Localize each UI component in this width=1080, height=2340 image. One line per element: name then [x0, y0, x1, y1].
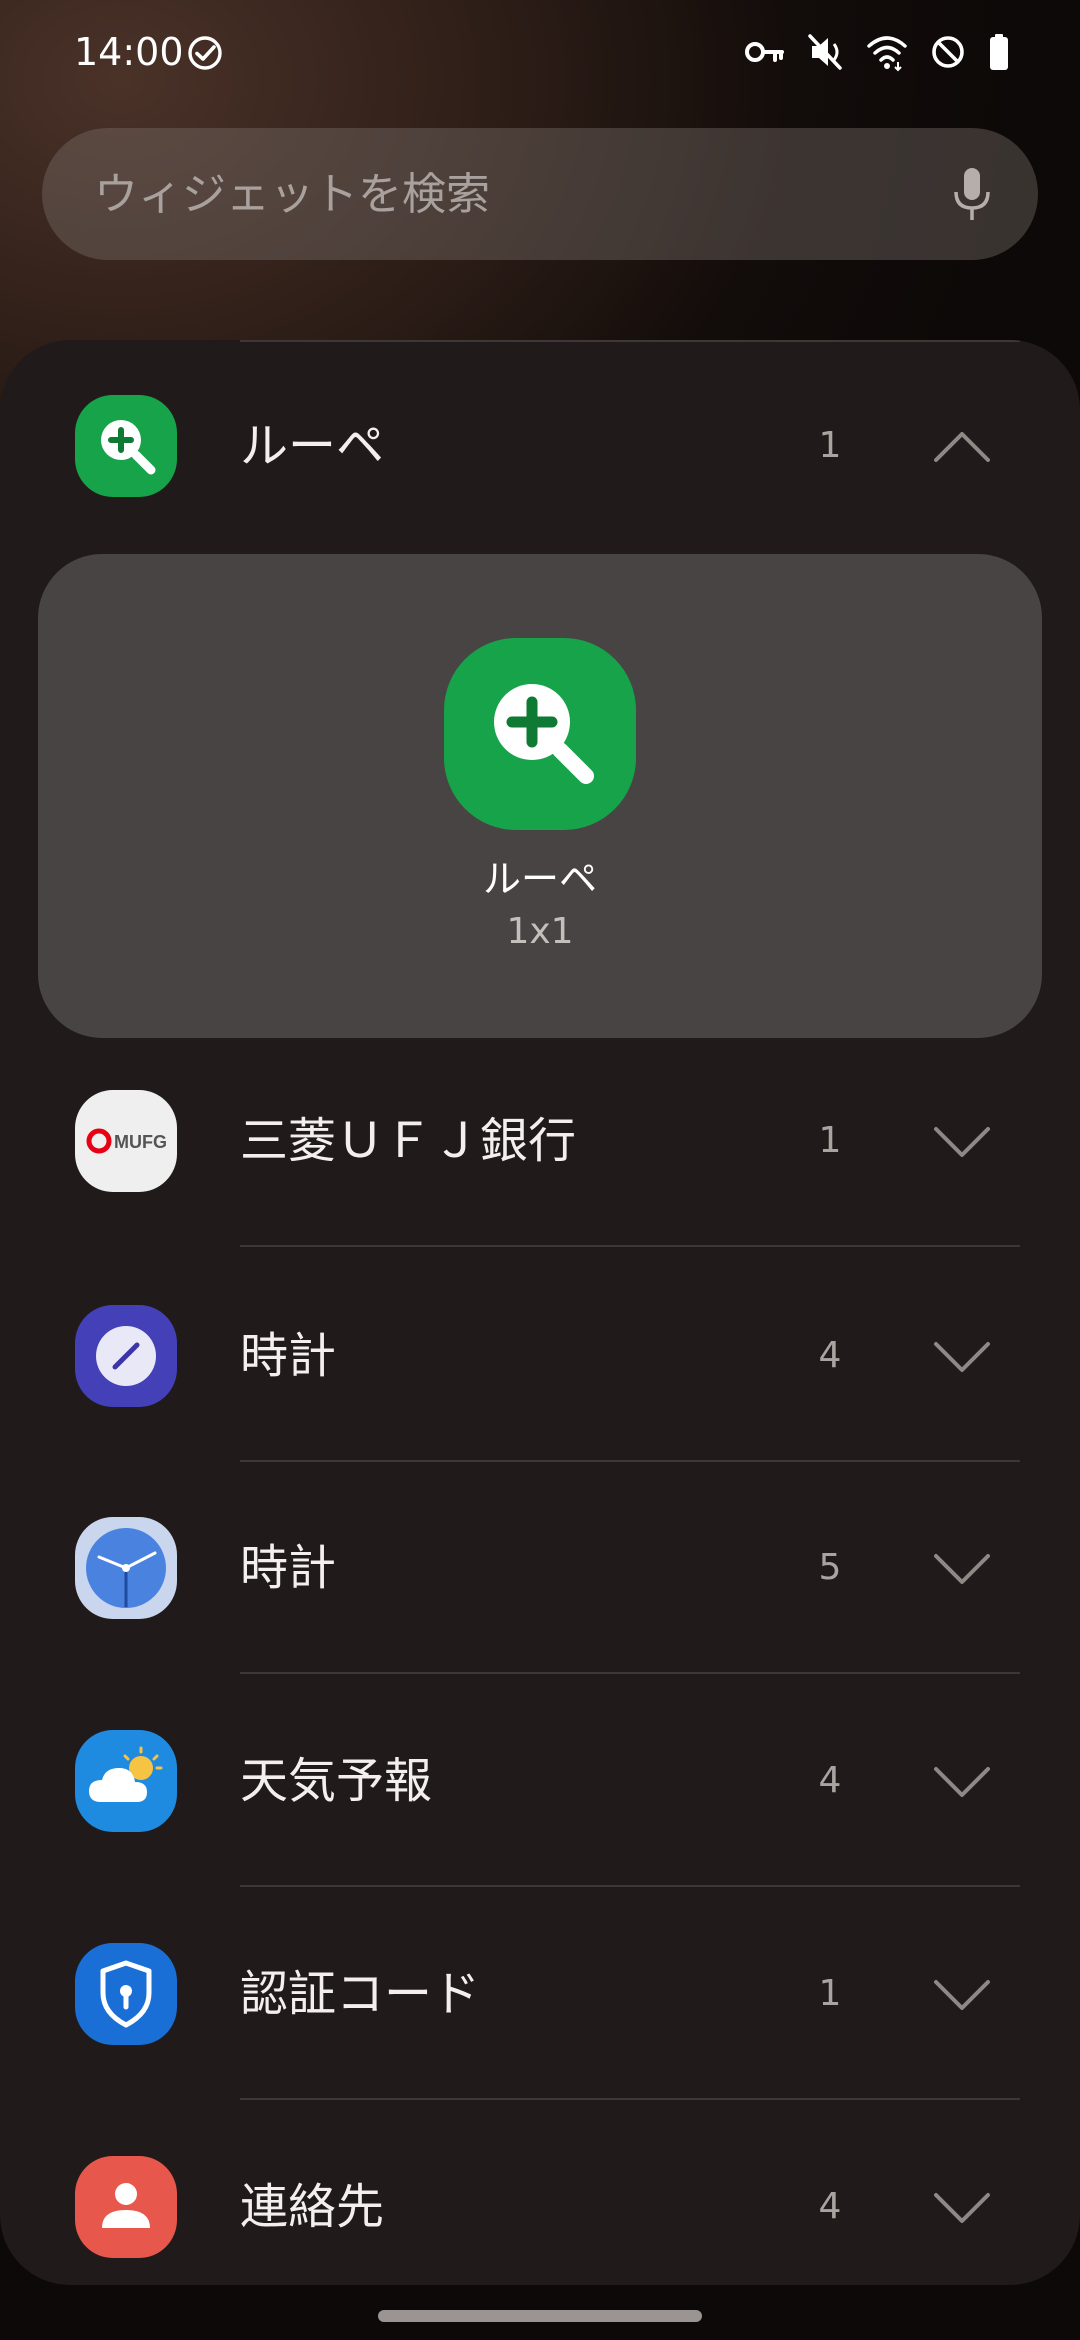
widget-count: 5 [818, 1547, 842, 1588]
search-input[interactable] [94, 162, 914, 226]
status-bar: 14:00 [0, 0, 1080, 104]
widget-row-label: 認証コード [240, 1966, 481, 2022]
widget-row-label: 時計 [240, 1540, 337, 1596]
widget-row-weather[interactable]: 天気予報 4 [0, 1675, 1080, 1887]
preview-widget-size: 1x1 [506, 911, 574, 952]
home-indicator[interactable] [378, 2310, 702, 2322]
widget-row-contacts[interactable]: 連絡先 4 [0, 2101, 1080, 2285]
widget-row-mufg[interactable]: MUFG 三菱ＵＦＪ銀行 1 [0, 1035, 1080, 1247]
compass-clock-icon [75, 1305, 177, 1407]
divider [240, 1885, 1020, 1887]
widget-row-clock-2[interactable]: 時計 5 [0, 1462, 1080, 1674]
microphone-icon[interactable] [942, 164, 1002, 224]
magnifier-plus-icon [75, 395, 177, 497]
divider [240, 2098, 1020, 2100]
widget-row-label: 三菱ＵＦＪ銀行 [240, 1113, 577, 1169]
widget-list-panel[interactable]: ルーペ 1 ルーペ 1x1 MUFG 三菱ＵＦＪ銀行 1 時計 4 時計 5 天… [0, 340, 1080, 2285]
check-circle-icon [188, 36, 222, 70]
preview-widget-name: ルーペ [482, 857, 597, 901]
key-icon [745, 42, 784, 62]
person-icon [75, 2156, 177, 2258]
mute-icon [808, 34, 842, 70]
widget-count: 4 [818, 2186, 842, 2227]
shield-lock-icon [75, 1943, 177, 2045]
widget-preview-card[interactable]: ルーペ 1x1 [38, 554, 1042, 1038]
widget-count: 1 [818, 1120, 842, 1161]
widget-count: 4 [818, 1335, 842, 1376]
battery-icon [990, 34, 1008, 70]
widget-row-authenticator[interactable]: 認証コード 1 [0, 1888, 1080, 2100]
divider [240, 1245, 1020, 1247]
mufg-logo-icon: MUFG [75, 1090, 177, 1192]
widget-row-loupe[interactable]: ルーペ 1 [0, 340, 1080, 552]
divider [240, 1672, 1020, 1674]
chevron-down-icon[interactable] [932, 1332, 992, 1382]
status-icons [744, 32, 1010, 72]
mufg-logo-text: MUFG [114, 1132, 167, 1152]
chevron-down-icon[interactable] [932, 1757, 992, 1807]
chevron-up-icon[interactable] [932, 422, 992, 472]
search-bar[interactable] [42, 128, 1038, 260]
chevron-down-icon[interactable] [932, 1117, 992, 1167]
magnifier-plus-icon[interactable] [444, 638, 636, 830]
analog-clock-icon [75, 1517, 177, 1619]
status-time: 14:00 [74, 30, 184, 74]
widget-row-label: ルーペ [240, 418, 385, 474]
widget-count: 4 [818, 1760, 842, 1801]
widget-count: 1 [818, 1973, 842, 2014]
wifi-6-icon [867, 36, 907, 72]
do-not-disturb-icon [932, 36, 964, 68]
widget-count: 1 [818, 425, 842, 466]
chevron-down-icon[interactable] [932, 1970, 992, 2020]
widget-row-label: 天気予報 [240, 1753, 433, 1809]
chevron-down-icon[interactable] [932, 1544, 992, 1594]
widget-row-clock-1[interactable]: 時計 4 [0, 1250, 1080, 1462]
chevron-down-icon[interactable] [932, 2183, 992, 2233]
widget-row-label: 時計 [240, 1328, 337, 1384]
widget-row-label: 連絡先 [240, 2179, 385, 2235]
weather-cloud-sun-icon [75, 1730, 177, 1832]
